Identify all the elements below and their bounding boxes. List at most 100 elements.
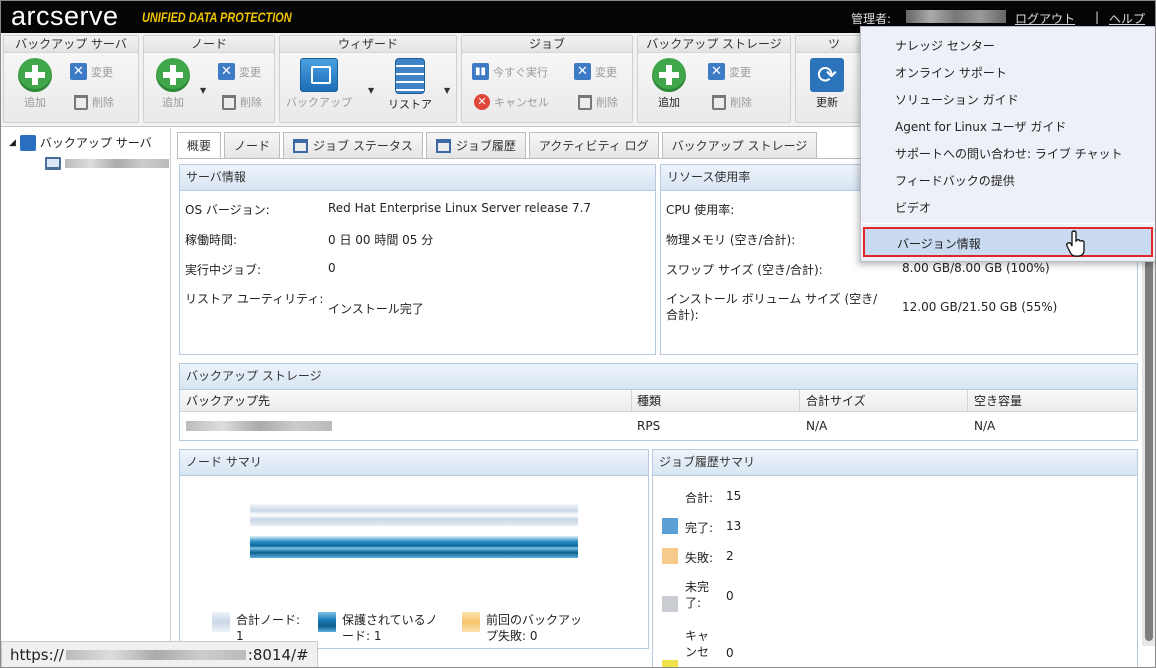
button-label: 更新 — [816, 96, 838, 109]
trash-icon — [578, 94, 592, 110]
tab-label: ジョブ ステータス — [313, 138, 413, 153]
failed-swatch — [662, 548, 678, 564]
node-summary-panel: ノード サマリ 合計ノード: 1 保護されているノード: 1 前回のバックアップ… — [179, 449, 649, 649]
refresh-button[interactable]: ⟳ 更新 — [810, 58, 844, 110]
tree-item-backup-server[interactable]: ◢ バックアップ サーバ — [9, 134, 152, 151]
modify-node-button[interactable]: ✕ 変更 — [218, 63, 261, 80]
tab-job-history[interactable]: ジョブ履歴 — [425, 132, 526, 158]
tab-activity-log[interactable]: アクティビティ ログ — [528, 132, 659, 158]
delete-job-button[interactable]: 削除 — [578, 94, 618, 110]
menu-item-live-chat[interactable]: サポートへの問い合わせ: ライブ チャット — [895, 145, 1123, 162]
legend-backup-failed: 前回のバックアップ失敗: 0 — [462, 612, 592, 644]
admin-label: 管理者: — [851, 12, 892, 26]
tab-job-status[interactable]: ジョブ ステータス — [283, 132, 423, 158]
menu-item-label: バージョン情報 — [897, 237, 981, 251]
button-label: 変更 — [595, 65, 617, 79]
job-cancelled-value: 0 — [726, 646, 734, 660]
button-label: バックアップ — [286, 96, 352, 109]
url-suffix: :8014/# — [247, 645, 309, 664]
job-icon — [293, 138, 309, 153]
modify-backup-server-button[interactable]: ✕ 変更 — [70, 63, 113, 80]
expand-triangle-icon[interactable]: ◢ — [9, 138, 16, 148]
status-bar-url: https:// :8014/# — [1, 641, 318, 667]
menu-item-online-support[interactable]: オンライン サポート — [895, 64, 1007, 81]
tab-label: ジョブ履歴 — [455, 138, 516, 153]
job-icon — [435, 138, 451, 153]
column-destination[interactable]: バックアップ先 — [186, 390, 270, 412]
menu-item-knowledge-center[interactable]: ナレッジ センター — [895, 37, 995, 54]
tab-node[interactable]: ノード — [224, 132, 281, 158]
edit-icon: ✕ — [708, 63, 725, 80]
physical-memory-label: 物理メモリ (空き/合計): — [666, 233, 796, 247]
dropdown-caret-icon[interactable]: ▼ — [444, 86, 450, 95]
menu-item-user-guide[interactable]: Agent for Linux ユーザ ガイド — [895, 118, 1066, 135]
delete-storage-button[interactable]: 削除 — [712, 94, 752, 110]
legend-swatch — [462, 612, 480, 632]
add-backup-server-button[interactable]: 追加 — [18, 58, 52, 110]
button-label: 追加 — [162, 96, 184, 109]
running-jobs-value: 0 — [328, 261, 336, 275]
legend-label: 前回のバックアップ失敗: 0 — [486, 613, 583, 643]
column-total-size[interactable]: 合計サイズ — [806, 390, 866, 412]
add-icon — [18, 58, 52, 92]
group-title: バックアップ サーバ — [4, 36, 138, 53]
add-icon — [156, 58, 190, 92]
restore-utility-label: リストア ユーティリティ: — [185, 292, 324, 306]
menu-item-video[interactable]: ビデオ — [895, 199, 931, 216]
edit-icon: ✕ — [218, 63, 235, 80]
legend-protected-nodes: 保護されているノード: 1 — [318, 612, 438, 644]
group-wizard: ウィザード バックアップ ▼ リストア ▼ — [279, 35, 457, 123]
legend-swatch — [212, 612, 230, 632]
backup-wizard-button[interactable]: バックアップ — [286, 58, 352, 110]
destination-redacted — [186, 421, 332, 431]
cancel-icon: ✕ — [474, 94, 490, 110]
database-icon — [395, 58, 425, 94]
legend-total-nodes: 合計ノード: 1 — [212, 612, 302, 644]
tab-label: 概要 — [187, 139, 212, 153]
button-label: 今すぐ実行 — [493, 65, 548, 79]
button-label: 削除 — [596, 96, 618, 109]
trash-icon — [222, 94, 236, 110]
run-now-button[interactable]: ▮▮ 今すぐ実行 — [472, 63, 548, 80]
dropdown-caret-icon[interactable]: ▼ — [200, 86, 206, 95]
menu-item-version-info[interactable]: バージョン情報 — [863, 227, 1153, 257]
dropdown-caret-icon[interactable]: ▼ — [368, 86, 374, 95]
cancelled-swatch — [662, 660, 678, 667]
edit-icon: ✕ — [70, 63, 87, 80]
edit-icon: ✕ — [574, 63, 591, 80]
tab-overview[interactable]: 概要 — [177, 132, 222, 159]
modify-job-button[interactable]: ✕ 変更 — [574, 63, 617, 80]
menu-item-feedback[interactable]: フィードバックの提供 — [895, 172, 1015, 189]
legend-label: 合計ノード: 1 — [236, 613, 301, 643]
column-free-space[interactable]: 空き容量 — [974, 390, 1022, 412]
delete-node-button[interactable]: 削除 — [222, 94, 262, 110]
table-row[interactable]: RPS N/A N/A — [180, 413, 1137, 439]
group-node: ノード 追加 ▼ ✕ 変更 削除 — [143, 35, 275, 123]
help-link[interactable]: ヘルプ — [1109, 10, 1145, 27]
tab-label: ノード — [234, 138, 271, 153]
admin-name-redacted — [906, 10, 1006, 23]
add-node-button[interactable]: 追加 — [156, 58, 190, 110]
logout-link[interactable]: ログアウト — [1015, 10, 1075, 27]
tab-backup-storage[interactable]: バックアップ ストレージ — [661, 132, 818, 158]
button-label: 削除 — [240, 96, 262, 109]
job-cancelled-label: キャンセ — [685, 629, 710, 659]
menu-item-solution-guide[interactable]: ソリューション ガイド — [895, 91, 1019, 108]
job-incomplete-label: 未完了: — [685, 580, 710, 610]
hand-cursor-icon — [1066, 230, 1085, 257]
restore-wizard-button[interactable]: リストア — [388, 58, 432, 112]
delete-backup-server-button[interactable]: 削除 — [74, 94, 114, 110]
storage-total: N/A — [806, 419, 828, 433]
cancel-job-button[interactable]: ✕ キャンセル — [474, 94, 549, 110]
group-title: ツ — [796, 36, 864, 53]
add-storage-button[interactable]: 追加 — [652, 58, 686, 110]
column-type[interactable]: 種類 — [637, 390, 661, 412]
completed-swatch — [662, 518, 678, 534]
storage-type: RPS — [637, 419, 661, 433]
group-title: バックアップ ストレージ — [638, 36, 790, 53]
legend-label: 保護されているノード: 1 — [342, 613, 438, 643]
modify-storage-button[interactable]: ✕ 変更 — [708, 63, 751, 80]
tree-item-server-node[interactable] — [45, 157, 169, 170]
button-label: 変更 — [729, 65, 751, 79]
computer-icon — [45, 157, 61, 170]
